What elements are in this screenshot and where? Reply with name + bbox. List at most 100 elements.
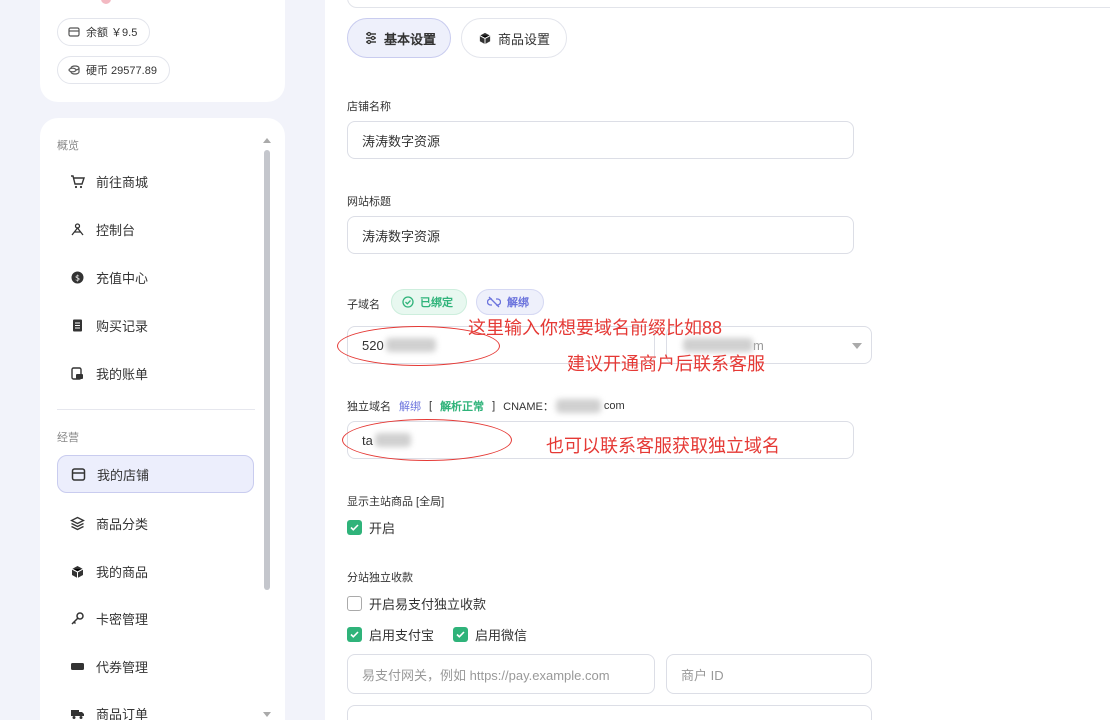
sidebar-item-store-front[interactable]: 前往商城 <box>57 162 254 200</box>
scroll-icon <box>69 365 85 381</box>
sidebar-item-label: 我的店铺 <box>97 467 150 483</box>
sidebar-item-label: 卡密管理 <box>96 611 149 627</box>
dollar-circle-icon: $ <box>69 269 85 285</box>
gateway-input[interactable]: 易支付网关，例如 https://pay.example.com <box>347 654 655 694</box>
coins-icon <box>68 65 80 75</box>
layers-icon <box>69 515 85 531</box>
checkbox-label: 启用微信 <box>475 628 528 643</box>
checkbox-label: 启用支付宝 <box>369 628 435 643</box>
tab-basic-settings[interactable]: 基本设置 <box>347 18 451 58</box>
merchant-id-input[interactable]: 商户 ID <box>666 654 872 694</box>
sidebar-item-card-keys[interactable]: 卡密管理 <box>57 599 254 637</box>
sidebar: 概览 前往商城 控制台 $ 充值中心 购买记录 我的账单 经营 我的店铺 商品分… <box>40 118 285 720</box>
sidebar-item-label: 代券管理 <box>96 659 149 675</box>
check-circle-icon <box>402 296 414 308</box>
account-card <box>40 0 285 102</box>
subdomain-label: 子域名 <box>347 299 380 311</box>
checkbox-label: 开启 <box>369 521 396 536</box>
store-name-value: 涛涛数字资源 <box>362 133 441 149</box>
sidebar-item-recharge[interactable]: $ 充值中心 <box>57 258 254 296</box>
svg-text:$: $ <box>74 273 79 282</box>
sidebar-item-label: 商品订单 <box>96 706 149 720</box>
store-name-label: 店铺名称 <box>347 101 391 113</box>
sidebar-item-coupons[interactable]: 代券管理 <box>57 647 254 685</box>
coins-text: 硬币 29577.89 <box>86 65 157 77</box>
unbind-custom-domain-link[interactable]: 解绑 <box>399 398 421 414</box>
bracket: [ <box>429 400 433 412</box>
receipt-icon <box>69 317 85 333</box>
top-field[interactable] <box>347 0 1110 8</box>
sidebar-item-label: 商品分类 <box>96 516 149 532</box>
custom-domain-header: 独立域名 解绑 [ 解析正常 ] CNAME： com <box>347 398 633 414</box>
checkbox-checked-icon <box>347 627 362 642</box>
merchant-placeholder: 商户 ID <box>681 667 724 683</box>
bound-badge: 已绑定 <box>391 289 467 315</box>
sidebar-item-label: 前往商城 <box>96 174 149 190</box>
key-icon <box>69 610 85 626</box>
tab-goods-settings[interactable]: 商品设置 <box>461 18 567 58</box>
balance-pill: 余额 ￥9.5 <box>57 18 150 46</box>
alipay-checkbox[interactable]: 启用支付宝 <box>347 625 434 644</box>
wechat-checkbox[interactable]: 启用微信 <box>453 625 527 644</box>
coins-pill: 硬币 29577.89 <box>57 56 170 84</box>
sub-payment-label: 分站独立收款 <box>347 572 413 584</box>
sidebar-item-label: 我的商品 <box>96 564 149 580</box>
site-title-input[interactable]: 涛涛数字资源 <box>347 216 854 254</box>
redacted-text <box>555 399 601 413</box>
checkbox-checked-icon <box>453 627 468 642</box>
unbind-subdomain-button[interactable]: 解绑 <box>476 289 544 315</box>
cname-label: CNAME： <box>503 401 554 413</box>
box-icon <box>69 563 85 579</box>
sidebar-item-orders[interactable]: 商品订单 <box>57 694 254 720</box>
chevron-down-icon <box>852 343 862 349</box>
sidebar-divider <box>57 409 255 410</box>
sidebar-item-my-goods[interactable]: 我的商品 <box>57 552 254 590</box>
site-title-value: 涛涛数字资源 <box>362 228 441 244</box>
balance-text: 余额 ￥9.5 <box>86 27 138 39</box>
checkbox-label: 开启易支付独立收款 <box>369 597 487 612</box>
sliders-icon <box>366 31 376 45</box>
sidebar-item-label: 充值中心 <box>96 270 149 286</box>
unlink-icon <box>487 296 501 308</box>
merchant-key-input[interactable] <box>347 705 872 720</box>
sidebar-scrollbar[interactable] <box>264 150 270 590</box>
sidebar-item-categories[interactable]: 商品分类 <box>57 504 254 542</box>
annotation-text: 这里输入你想要域名前缀比如88 <box>468 318 723 338</box>
checkbox-unchecked-icon <box>347 596 362 611</box>
cart-icon <box>69 173 85 189</box>
gateway-placeholder: 易支付网关，例如 https://pay.example.com <box>362 667 610 683</box>
store-name-input[interactable]: 涛涛数字资源 <box>347 121 854 159</box>
section-business: 经营 <box>57 432 79 444</box>
scroll-up-arrow[interactable] <box>263 138 271 143</box>
ticket-icon <box>69 658 85 674</box>
checkbox-checked-icon <box>347 520 362 535</box>
box-icon <box>479 32 491 45</box>
sidebar-item-dashboard[interactable]: 控制台 <box>57 210 254 248</box>
sidebar-item-my-store[interactable]: 我的店铺 <box>57 455 254 493</box>
sidebar-item-label: 控制台 <box>96 222 136 238</box>
tab-label: 商品设置 <box>498 31 551 47</box>
annotation-text: 也可以联系客服获取独立域名 <box>546 436 780 456</box>
store-icon <box>70 466 86 482</box>
sidebar-item-bills[interactable]: 我的账单 <box>57 354 254 392</box>
bracket: ] <box>492 400 496 412</box>
sidebar-item-purchases[interactable]: 购买记录 <box>57 306 254 344</box>
resolve-status: 解析正常 <box>440 401 485 413</box>
sidebar-item-label: 我的账单 <box>96 366 149 382</box>
tab-label: 基本设置 <box>384 31 437 47</box>
scroll-down-arrow[interactable] <box>263 712 271 717</box>
wallet-icon <box>68 27 80 37</box>
gauge-icon <box>69 221 85 237</box>
site-title-label: 网站标题 <box>347 196 391 208</box>
show-main-goods-label: 显示主站商品 [全局] <box>347 496 445 508</box>
unbind-text: 解绑 <box>507 297 529 309</box>
annotation-ellipse <box>342 419 512 461</box>
cname-suffix: com <box>603 400 625 412</box>
section-overview: 概览 <box>57 140 79 152</box>
bound-badge-text: 已绑定 <box>420 297 453 309</box>
epay-checkbox[interactable]: 开启易支付独立收款 <box>347 594 486 613</box>
custom-domain-label: 独立域名 <box>347 401 391 413</box>
truck-icon <box>69 705 85 720</box>
annotation-text: 建议开通商户后联系客服 <box>567 354 765 374</box>
show-main-goods-checkbox[interactable]: 开启 <box>347 518 395 537</box>
